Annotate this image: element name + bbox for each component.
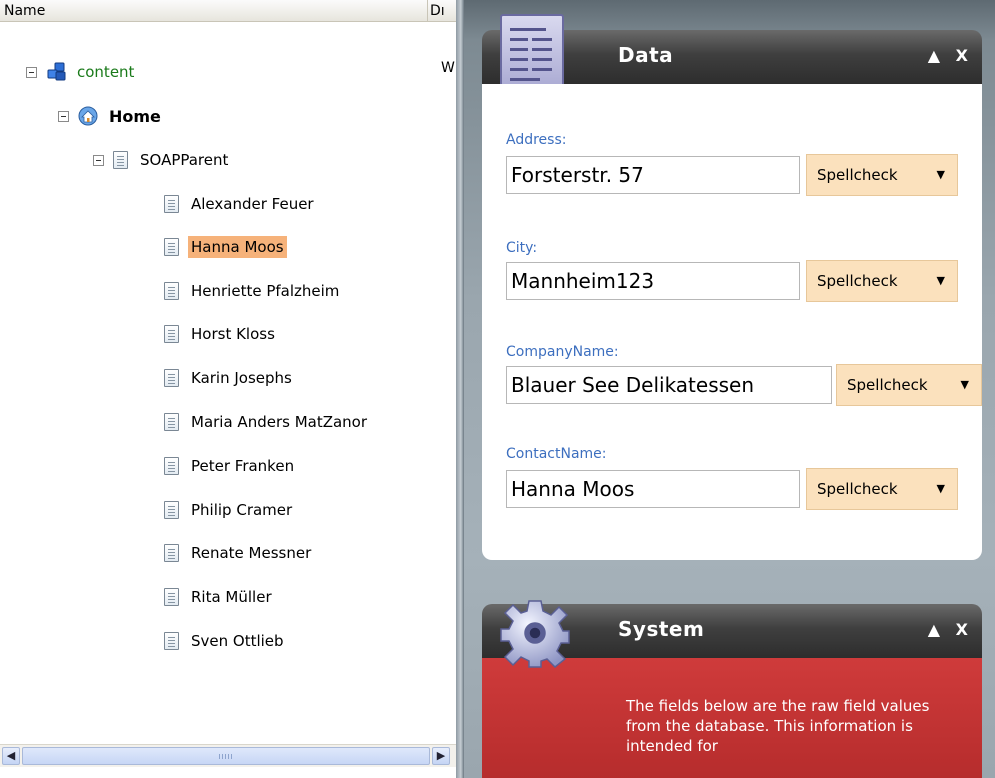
tree-node-peter-franken[interactable]: Peter Franken: [164, 453, 297, 479]
data-widget-title: Data: [618, 43, 674, 67]
tree-node-content[interactable]: content: [26, 59, 137, 85]
document-icon: [164, 238, 179, 256]
tree-node-label: Peter Franken: [191, 457, 295, 475]
tree-node-label: Sven Ottlieb: [191, 632, 284, 650]
spellcheck-label: Spellcheck: [817, 166, 898, 184]
spellcheck-label: Spellcheck: [817, 480, 898, 498]
tree-node-home[interactable]: Home: [58, 103, 164, 129]
spellcheck-label: Spellcheck: [817, 272, 898, 290]
address-spellcheck-button[interactable]: Spellcheck ▼: [806, 154, 958, 196]
tree-node-label: Renate Messner: [191, 544, 312, 562]
close-icon[interactable]: X: [956, 46, 968, 65]
database-icon: [47, 62, 66, 81]
tree-node-renate-messner[interactable]: Renate Messner: [164, 540, 314, 566]
data-widget-body: Address: Forsterstr. 57 Spellcheck ▼ City…: [482, 84, 982, 560]
scroll-right-arrow-icon[interactable]: ▶: [432, 747, 450, 765]
document-icon: [164, 325, 179, 343]
tree-node-karin-josephs[interactable]: Karin Josephs: [164, 365, 295, 391]
document-icon: [113, 151, 128, 169]
tree-node-label: Henriette Pfalzheim: [191, 282, 340, 300]
tree-node-label-selected: Hanna Moos: [188, 236, 287, 258]
city-field[interactable]: Mannheim123: [506, 262, 800, 300]
dropdown-arrow-icon: ▼: [936, 168, 945, 181]
collapse-toggle-icon[interactable]: [26, 66, 37, 78]
tree-node-maria-anders[interactable]: Maria Anders MatZanor: [164, 409, 370, 435]
scroll-left-arrow-icon[interactable]: ◀: [2, 747, 20, 765]
city-spellcheck-button[interactable]: Spellcheck ▼: [806, 260, 958, 302]
dropdown-arrow-icon: ▼: [936, 274, 945, 287]
home-icon: [78, 106, 98, 126]
company-name-field[interactable]: Blauer See Delikatessen: [506, 366, 832, 404]
content-tree-panel: Name Dı W content Home SOAPParent Alexan…: [0, 0, 456, 778]
tree-node-label: Maria Anders MatZanor: [191, 413, 368, 431]
column-header-name[interactable]: Name: [0, 0, 428, 22]
spellcheck-label: Spellcheck: [847, 376, 928, 394]
document-icon: [164, 457, 179, 475]
grip-icon: [219, 754, 233, 759]
document-icon: [164, 195, 179, 213]
tree-node-philip-cramer[interactable]: Philip Cramer: [164, 497, 295, 523]
tree-node-label: Philip Cramer: [191, 501, 293, 519]
tree-node-label: Horst Kloss: [191, 325, 275, 343]
system-description: The fields below are the raw field value…: [626, 697, 930, 755]
system-widget-body: The fields below are the raw field value…: [482, 658, 982, 778]
tree-node-soapparent[interactable]: SOAPParent: [93, 147, 231, 173]
address-field[interactable]: Forsterstr. 57: [506, 156, 800, 194]
dashboard-area: Data ▲ X Address: Forsterstr. 57 Spellch…: [464, 0, 995, 778]
document-icon: [164, 544, 179, 562]
tree-node-label: Home: [109, 106, 161, 126]
panel-splitter[interactable]: [456, 0, 464, 778]
contact-name-spellcheck-button[interactable]: Spellcheck ▼: [806, 468, 958, 510]
document-icon: [164, 282, 179, 300]
column-header-second[interactable]: Dı: [428, 0, 456, 22]
collapse-icon[interactable]: ▲: [928, 46, 940, 65]
scrollbar-thumb[interactable]: [22, 747, 430, 765]
tree-node-sven-ottlieb[interactable]: Sven Ottlieb: [164, 628, 287, 654]
contact-name-label: ContactName:: [506, 446, 607, 462]
collapse-toggle-icon[interactable]: [58, 110, 69, 122]
document-icon: [164, 369, 179, 387]
dropdown-arrow-icon: ▼: [960, 378, 969, 391]
address-label: Address:: [506, 132, 567, 148]
dropdown-arrow-icon: ▼: [936, 482, 945, 495]
tree-node-rita-muller[interactable]: Rita Müller: [164, 584, 275, 610]
truncated-column-text: W: [441, 60, 455, 76]
gear-icon: [500, 600, 570, 668]
tree-node-alexander-feuer[interactable]: Alexander Feuer: [164, 191, 317, 217]
document-icon: [164, 632, 179, 650]
data-widget: Data ▲ X Address: Forsterstr. 57 Spellch…: [482, 14, 982, 560]
company-name-label: CompanyName:: [506, 344, 619, 360]
city-label: City:: [506, 240, 538, 256]
company-name-spellcheck-button[interactable]: Spellcheck ▼: [836, 364, 982, 406]
contact-name-field[interactable]: Hanna Moos: [506, 470, 800, 508]
tree-node-label: content: [77, 63, 135, 81]
collapse-icon[interactable]: ▲: [928, 620, 940, 639]
document-icon: [164, 413, 179, 431]
tree-node-label: Karin Josephs: [191, 369, 292, 387]
tree-node-henriette-pfalzheim[interactable]: Henriette Pfalzheim: [164, 278, 342, 304]
system-widget-title: System: [618, 617, 705, 641]
system-widget: System ▲ X The fields below are the raw …: [482, 600, 982, 778]
document-icon: [164, 588, 179, 606]
tree-node-horst-kloss[interactable]: Horst Kloss: [164, 321, 278, 347]
tree-node-label: Alexander Feuer: [191, 195, 314, 213]
tree-node-label: SOAPParent: [140, 151, 229, 169]
horizontal-scrollbar[interactable]: ◀ ▶: [0, 744, 456, 767]
collapse-toggle-icon[interactable]: [93, 154, 104, 166]
close-icon[interactable]: X: [956, 620, 968, 639]
document-icon: [164, 501, 179, 519]
tree-node-hanna-moos[interactable]: Hanna Moos: [164, 234, 287, 260]
tree-node-label: Rita Müller: [191, 588, 272, 606]
